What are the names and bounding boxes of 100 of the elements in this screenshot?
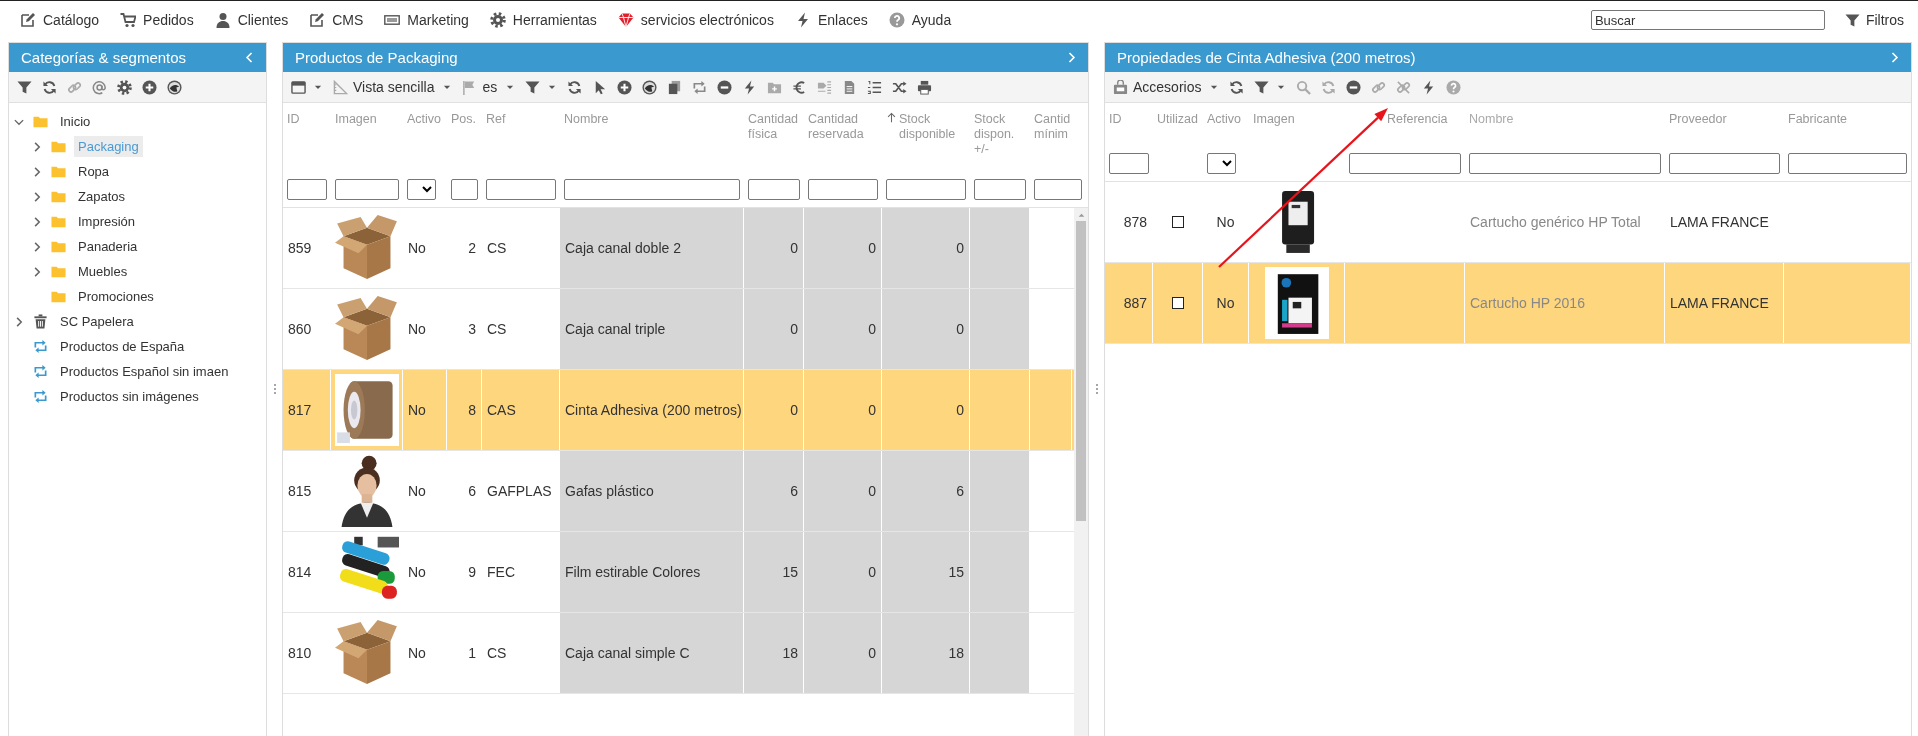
table-cell: 878 bbox=[1105, 182, 1153, 262]
table-cell: 815 bbox=[283, 451, 331, 531]
filter-field[interactable] bbox=[748, 179, 800, 200]
table-row[interactable]: 817 No 8 CAS Cinta Adhesiva (200 metros) 0 0 0 bbox=[283, 370, 1074, 451]
tree-item[interactable]: SC Papelera bbox=[56, 311, 138, 332]
filter-field[interactable] bbox=[1034, 179, 1082, 200]
filters-button[interactable]: Filtros bbox=[1844, 12, 1904, 28]
numbered-list-icon[interactable] bbox=[867, 79, 883, 95]
table-cell: No bbox=[403, 613, 447, 693]
table-cell: 6 bbox=[882, 451, 970, 531]
table-cell: Caja canal triple bbox=[560, 289, 744, 369]
refresh-icon[interactable] bbox=[42, 79, 57, 95]
menu-item[interactable]: Marketing bbox=[384, 12, 469, 28]
filter-field[interactable] bbox=[974, 179, 1026, 200]
table-icon bbox=[291, 79, 306, 95]
menu-item[interactable]: Pedidos bbox=[120, 12, 194, 28]
splitter-handle-icon[interactable] bbox=[272, 383, 277, 395]
menu-item[interactable]: CMS bbox=[309, 12, 364, 28]
table-cell: No bbox=[403, 370, 447, 450]
filter-field[interactable] bbox=[451, 179, 478, 200]
table-cell: LAMA FRANCE bbox=[1665, 263, 1784, 343]
scrollbar-thumb[interactable] bbox=[1076, 221, 1086, 521]
table-row[interactable]: 859 No 2 CS Caja canal doble 2 0 0 0 bbox=[283, 208, 1074, 289]
table-cell: No bbox=[403, 289, 447, 369]
language-dropdown[interactable]: es bbox=[462, 79, 516, 95]
filter-field[interactable] bbox=[808, 179, 878, 200]
filter-field[interactable] bbox=[1788, 153, 1907, 174]
filter-icon[interactable] bbox=[17, 79, 32, 95]
filter-field[interactable] bbox=[486, 179, 556, 200]
copy-icon[interactable] bbox=[667, 79, 683, 95]
tree-item[interactable]: Ropa bbox=[74, 161, 114, 182]
filter-select[interactable] bbox=[407, 179, 436, 200]
table-row[interactable]: 860 No 3 CS Caja canal triple 0 0 0 bbox=[283, 289, 1074, 370]
remove-icon[interactable] bbox=[717, 79, 733, 95]
table-cell: 8 bbox=[447, 370, 482, 450]
tree-item[interactable]: Promociones bbox=[74, 286, 158, 307]
table-row[interactable]: 810 No 1 CS Caja canal simple C 18 0 18 bbox=[283, 613, 1074, 694]
filter-field[interactable] bbox=[1109, 153, 1149, 174]
filter-select[interactable] bbox=[1207, 153, 1236, 174]
refresh-icon[interactable] bbox=[1229, 79, 1245, 95]
filter-icon bbox=[525, 79, 541, 95]
table-cell: 0 bbox=[744, 289, 804, 369]
table-cell: LAMA FRANCE bbox=[1665, 182, 1784, 262]
view-dropdown[interactable]: Vista sencilla bbox=[333, 79, 453, 95]
menu-item[interactable]: Catálogo bbox=[20, 12, 100, 28]
settings-icon[interactable] bbox=[117, 79, 132, 95]
filter-field[interactable] bbox=[1349, 153, 1461, 174]
tree-item[interactable]: Productos de España bbox=[56, 336, 189, 357]
tree-item[interactable]: Impresión bbox=[74, 211, 140, 232]
table-cell: 0 bbox=[804, 451, 882, 531]
filter-field[interactable] bbox=[335, 179, 399, 200]
banknote-icon bbox=[384, 12, 401, 28]
menu-item[interactable]: Enlaces bbox=[794, 12, 868, 28]
tree-item[interactable]: Inicio bbox=[56, 111, 95, 132]
refresh-icon[interactable] bbox=[567, 79, 583, 95]
menu-item[interactable]: Ayuda bbox=[888, 12, 952, 28]
add-icon[interactable] bbox=[142, 79, 157, 95]
folder-icon bbox=[33, 114, 48, 129]
table-menu-button[interactable] bbox=[291, 79, 323, 95]
tree-item[interactable]: Panaderia bbox=[74, 236, 142, 257]
table-row[interactable]: 815 No 6 GAFPLAS Gafas plástico 6 0 6 bbox=[283, 451, 1074, 532]
logo-icon[interactable] bbox=[642, 79, 658, 95]
logo-icon[interactable] bbox=[167, 79, 182, 95]
shuffle-icon[interactable] bbox=[892, 79, 908, 95]
segment-icon[interactable] bbox=[692, 79, 708, 95]
splitter-handle-icon[interactable] bbox=[1094, 383, 1099, 395]
at-sign-icon[interactable] bbox=[92, 79, 107, 95]
filter-field[interactable] bbox=[287, 179, 327, 200]
table-cell: Cartucho HP 2016 bbox=[1465, 263, 1665, 343]
tree-item[interactable]: Muebles bbox=[74, 261, 132, 282]
table-row[interactable]: 887 No Cartucho HP 2016 LAMA FRANCE bbox=[1105, 263, 1911, 344]
print-icon[interactable] bbox=[917, 79, 933, 95]
search-field[interactable]: Buscar bbox=[1590, 10, 1825, 30]
table-cell: 817 bbox=[283, 370, 331, 450]
filter-field[interactable] bbox=[1669, 153, 1780, 174]
menu-item[interactable]: servicios electrónicos bbox=[617, 12, 774, 28]
filter-field[interactable] bbox=[564, 179, 740, 200]
remove-icon[interactable] bbox=[1346, 79, 1362, 95]
scrollbar[interactable] bbox=[1074, 208, 1088, 736]
table-cell: Cartucho genérico HP Total bbox=[1465, 182, 1665, 262]
tree-item[interactable]: Productos sin imágenes bbox=[56, 386, 203, 407]
add-icon[interactable] bbox=[617, 79, 633, 95]
table-cell: 0 bbox=[804, 370, 882, 450]
checkbox[interactable] bbox=[1171, 297, 1184, 309]
menu-item[interactable]: Clientes bbox=[214, 12, 289, 28]
table-cell: Caja canal doble 2 bbox=[560, 208, 744, 288]
table-cell: No bbox=[403, 451, 447, 531]
table-cell: Film estirable Colores bbox=[560, 532, 744, 612]
menu-item[interactable]: Herramientas bbox=[489, 12, 597, 28]
sort-ascending-icon bbox=[886, 112, 897, 123]
tree-item[interactable]: Zapatos bbox=[74, 186, 129, 207]
filter-field[interactable] bbox=[886, 179, 966, 200]
accessories-dropdown[interactable]: Accesorios bbox=[1113, 79, 1220, 95]
tree-item[interactable]: Productos Español sin imaen bbox=[56, 361, 233, 382]
table-cell: 9 bbox=[447, 532, 482, 612]
table-row[interactable]: 814 No 9 FEC Film estirable Colores 15 0 15 bbox=[283, 532, 1074, 613]
table-cell: 18 bbox=[882, 613, 970, 693]
table-cell: 810 bbox=[283, 613, 331, 693]
checkbox[interactable] bbox=[1171, 216, 1184, 228]
filter-field[interactable] bbox=[1469, 153, 1661, 174]
